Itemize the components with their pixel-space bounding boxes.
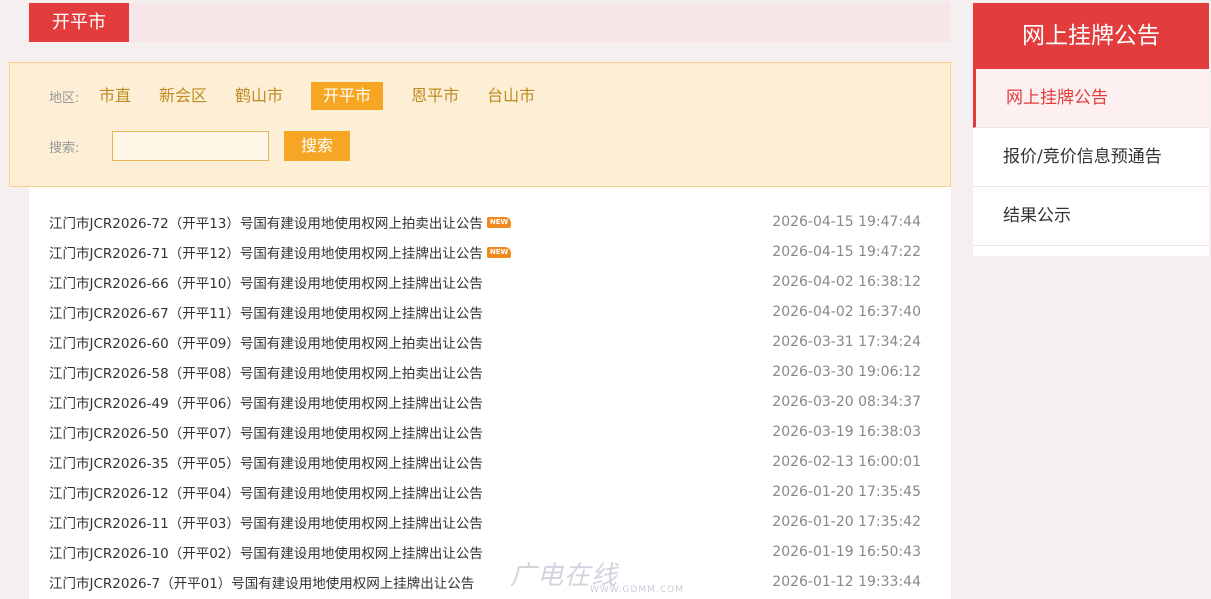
list-item-date: 2026-03-20 08:34:37 bbox=[772, 394, 921, 410]
search-row: 搜索: 搜索 bbox=[49, 131, 350, 161]
new-badge-icon: NEW bbox=[486, 246, 512, 258]
list-item-date: 2026-03-31 17:34:24 bbox=[772, 334, 921, 350]
list-item-title-text: 江门市JCR2026-66（开平10）号国有建设用地使用权网上挂牌出让公告 bbox=[49, 276, 483, 292]
list-item[interactable]: 江门市JCR2026-66（开平10）号国有建设用地使用权网上挂牌出让公告 202… bbox=[49, 267, 921, 297]
list-item-date: 2026-03-19 16:38:03 bbox=[772, 424, 921, 440]
list-item-title[interactable]: 江门市JCR2026-11（开平03）号国有建设用地使用权网上挂牌出让公告 bbox=[49, 512, 483, 532]
region-item-enping[interactable]: 恩平市 bbox=[411, 82, 459, 110]
region-item-taishan[interactable]: 台山市 bbox=[487, 82, 535, 110]
sidebar-item-price-notice[interactable]: 报价/竞价信息预通告 bbox=[973, 128, 1209, 187]
region-item-heshan[interactable]: 鹤山市 bbox=[235, 82, 283, 110]
list-item-title-text: 江门市JCR2026-58（开平08）号国有建设用地使用权网上拍卖出让公告 bbox=[49, 366, 483, 382]
list-item-date: 2026-04-15 19:47:44 bbox=[772, 214, 921, 230]
list-item-title-text: 江门市JCR2026-12（开平04）号国有建设用地使用权网上挂牌出让公告 bbox=[49, 486, 483, 502]
list-item-title[interactable]: 江门市JCR2026-58（开平08）号国有建设用地使用权网上拍卖出让公告 bbox=[49, 362, 483, 382]
city-tag: 开平市 bbox=[29, 3, 129, 42]
list-item[interactable]: 江门市JCR2026-10（开平02）号国有建设用地使用权网上挂牌出让公告 202… bbox=[49, 537, 921, 567]
list-item[interactable]: 江门市JCR2026-35（开平05）号国有建设用地使用权网上挂牌出让公告 202… bbox=[49, 447, 921, 477]
search-button[interactable]: 搜索 bbox=[284, 131, 350, 161]
list-item[interactable]: 江门市JCR2026-71（开平12）号国有建设用地使用权网上挂牌出让公告 NEW… bbox=[49, 237, 921, 267]
list-item-title[interactable]: 江门市JCR2026-66（开平10）号国有建设用地使用权网上挂牌出让公告 bbox=[49, 272, 483, 292]
list-item-title[interactable]: 江门市JCR2026-10（开平02）号国有建设用地使用权网上挂牌出让公告 bbox=[49, 542, 483, 562]
list-item-date: 2026-03-30 19:06:12 bbox=[772, 364, 921, 380]
list-item-title-text: 江门市JCR2026-7（开平01）号国有建设用地使用权网上挂牌出让公告 bbox=[49, 576, 475, 592]
list-item-date: 2026-04-02 16:37:40 bbox=[772, 304, 921, 320]
list-item-title-text: 江门市JCR2026-11（开平03）号国有建设用地使用权网上挂牌出让公告 bbox=[49, 516, 483, 532]
sidebar-title: 网上挂牌公告 bbox=[973, 3, 1209, 69]
list-item[interactable]: 江门市JCR2026-72（开平13）号国有建设用地使用权网上拍卖出让公告 NEW… bbox=[49, 207, 921, 237]
list-item-date: 2026-01-19 16:50:43 bbox=[772, 544, 921, 560]
list-item-title-text: 江门市JCR2026-67（开平11）号国有建设用地使用权网上挂牌出让公告 bbox=[49, 306, 483, 322]
region-item-xinhui[interactable]: 新会区 bbox=[159, 82, 207, 110]
list-item-title-text: 江门市JCR2026-50（开平07）号国有建设用地使用权网上挂牌出让公告 bbox=[49, 426, 483, 442]
region-item-shizhi[interactable]: 市直 bbox=[99, 82, 131, 110]
list-item-date: 2026-01-12 19:33:44 bbox=[772, 574, 921, 590]
list-item[interactable]: 江门市JCR2026-11（开平03）号国有建设用地使用权网上挂牌出让公告 202… bbox=[49, 507, 921, 537]
list-item[interactable]: 江门市JCR2026-58（开平08）号国有建设用地使用权网上拍卖出让公告 202… bbox=[49, 357, 921, 387]
new-badge-icon: NEW bbox=[486, 216, 512, 228]
list-item-title[interactable]: 江门市JCR2026-67（开平11）号国有建设用地使用权网上挂牌出让公告 bbox=[49, 302, 483, 322]
list-item-date: 2026-04-02 16:38:12 bbox=[772, 274, 921, 290]
list-item-date: 2026-01-20 17:35:42 bbox=[772, 514, 921, 530]
list-item[interactable]: 江门市JCR2026-50（开平07）号国有建设用地使用权网上挂牌出让公告 202… bbox=[49, 417, 921, 447]
sidebar-footer bbox=[973, 246, 1209, 256]
list-item-title[interactable]: 江门市JCR2026-71（开平12）号国有建设用地使用权网上挂牌出让公告 NEW bbox=[49, 242, 512, 262]
list-item-title[interactable]: 江门市JCR2026-12（开平04）号国有建设用地使用权网上挂牌出让公告 bbox=[49, 482, 483, 502]
list-item-title[interactable]: 江门市JCR2026-35（开平05）号国有建设用地使用权网上挂牌出让公告 bbox=[49, 452, 483, 472]
sidebar-item-online-listing[interactable]: 网上挂牌公告 bbox=[973, 69, 1209, 128]
list-item-date: 2026-04-15 19:47:22 bbox=[772, 244, 921, 260]
list-item[interactable]: 江门市JCR2026-67（开平11）号国有建设用地使用权网上挂牌出让公告 202… bbox=[49, 297, 921, 327]
list-item-date: 2026-01-20 17:35:45 bbox=[772, 484, 921, 500]
list-item-title-text: 江门市JCR2026-72（开平13）号国有建设用地使用权网上拍卖出让公告 bbox=[49, 216, 483, 232]
list-item-title-text: 江门市JCR2026-10（开平02）号国有建设用地使用权网上挂牌出让公告 bbox=[49, 546, 483, 562]
list-item[interactable]: 江门市JCR2026-12（开平04）号国有建设用地使用权网上挂牌出让公告 202… bbox=[49, 477, 921, 507]
list-item[interactable]: 江门市JCR2026-7（开平01）号国有建设用地使用权网上挂牌出让公告 2026… bbox=[49, 567, 921, 597]
list-item-title-text: 江门市JCR2026-71（开平12）号国有建设用地使用权网上挂牌出让公告 bbox=[49, 246, 483, 262]
region-filter-row: 地区: 市直 新会区 鹤山市 开平市 恩平市 台山市 bbox=[49, 82, 563, 110]
list-item-title[interactable]: 江门市JCR2026-50（开平07）号国有建设用地使用权网上挂牌出让公告 bbox=[49, 422, 483, 442]
sidebar-item-results[interactable]: 结果公示 bbox=[973, 187, 1209, 246]
list-item-title[interactable]: 江门市JCR2026-72（开平13）号国有建设用地使用权网上拍卖出让公告 NEW bbox=[49, 212, 512, 232]
list-item-date: 2026-02-13 16:00:01 bbox=[772, 454, 921, 470]
list-item-title[interactable]: 江门市JCR2026-7（开平01）号国有建设用地使用权网上挂牌出让公告 bbox=[49, 572, 474, 592]
search-label: 搜索: bbox=[49, 140, 80, 156]
site-watermark-url: WWW.GDMM.COM bbox=[590, 585, 684, 595]
list-item-title-text: 江门市JCR2026-49（开平06）号国有建设用地使用权网上挂牌出让公告 bbox=[49, 396, 483, 412]
list-item-title-text: 江门市JCR2026-60（开平09）号国有建设用地使用权网上拍卖出让公告 bbox=[49, 336, 483, 352]
announcement-list: 江门市JCR2026-72（开平13）号国有建设用地使用权网上拍卖出让公告 NEW… bbox=[29, 187, 951, 599]
list-item[interactable]: 江门市JCR2026-60（开平09）号国有建设用地使用权网上拍卖出让公告 202… bbox=[49, 327, 921, 357]
page-header-bar: 开平市 bbox=[29, 3, 950, 42]
list-item[interactable]: 江门市JCR2026-49（开平06）号国有建设用地使用权网上挂牌出让公告 202… bbox=[49, 387, 921, 417]
region-label: 地区: bbox=[49, 90, 80, 106]
search-input[interactable] bbox=[112, 131, 269, 161]
filter-panel: 地区: 市直 新会区 鹤山市 开平市 恩平市 台山市 搜索: 搜索 bbox=[9, 62, 951, 187]
list-item-title-text: 江门市JCR2026-35（开平05）号国有建设用地使用权网上挂牌出让公告 bbox=[49, 456, 483, 472]
list-item-title[interactable]: 江门市JCR2026-60（开平09）号国有建设用地使用权网上拍卖出让公告 bbox=[49, 332, 483, 352]
region-item-kaiping[interactable]: 开平市 bbox=[311, 82, 384, 110]
list-item-title[interactable]: 江门市JCR2026-49（开平06）号国有建设用地使用权网上挂牌出让公告 bbox=[49, 392, 483, 412]
sidebar: 网上挂牌公告 网上挂牌公告 报价/竞价信息预通告 结果公示 bbox=[973, 3, 1209, 256]
